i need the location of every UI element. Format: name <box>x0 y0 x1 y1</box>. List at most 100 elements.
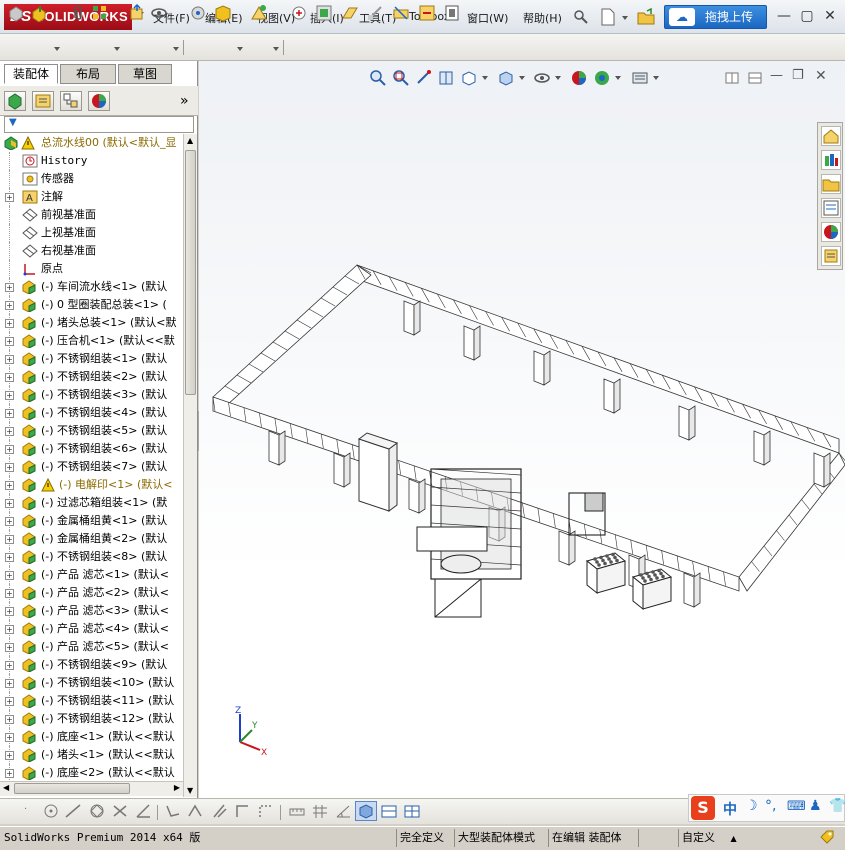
drag-upload-button[interactable]: ☁ 拖拽上传 <box>664 5 767 29</box>
new-motion-study-icon[interactable] <box>250 4 268 22</box>
measure-angle-icon[interactable] <box>334 803 352 819</box>
tree-item[interactable]: + (-) 不锈钢组装<12> (默认 <box>0 710 183 728</box>
tree-item[interactable]: + (-) 产品 滤芯<5> (默认< <box>0 638 183 656</box>
keyboard-icon[interactable]: ⌨ <box>787 799 806 814</box>
tree-item[interactable]: + (-) 不锈钢组装<8> (默认 <box>0 548 183 566</box>
tree-item[interactable]: + (-) 不锈钢组装<4> (默认 <box>0 404 183 422</box>
corner-tool-icon[interactable] <box>233 803 251 819</box>
expand-toggle-icon[interactable]: + <box>5 679 14 688</box>
display-style-icon[interactable] <box>497 69 515 87</box>
mate-dropdown-icon[interactable] <box>54 47 60 51</box>
geometry-dropdown-icon[interactable] <box>237 47 243 51</box>
custom-properties-tab[interactable] <box>821 246 841 266</box>
tree-item[interactable]: 传感器 <box>0 170 183 188</box>
graphics-area[interactable] <box>199 61 845 798</box>
scroll-up-icon[interactable]: ▲ <box>187 136 193 145</box>
tree-item[interactable]: History <box>0 152 183 170</box>
expand-toggle-icon[interactable]: + <box>5 697 14 706</box>
expand-toggle-icon[interactable]: + <box>5 337 14 346</box>
table-view-icon[interactable] <box>403 803 421 819</box>
scene-dropdown-icon[interactable] <box>615 76 621 80</box>
settings-dropdown-icon[interactable] <box>653 76 659 80</box>
explode-line-sketch-icon[interactable] <box>366 4 384 22</box>
pin-icon[interactable] <box>573 9 589 25</box>
orientation-dropdown-icon[interactable] <box>482 76 488 80</box>
expand-toggle-icon[interactable]: + <box>5 301 14 310</box>
tree-item[interactable]: + (-) 不锈钢组装<7> (默认 <box>0 458 183 476</box>
solidworks-resources-tab[interactable] <box>821 126 841 146</box>
tree-item[interactable]: + (-) 底座<1> (默认<<默认 <box>0 728 183 746</box>
tree-item[interactable]: + (-) 电解印<1> (默认< <box>0 476 183 494</box>
insert-component-icon[interactable] <box>7 4 25 22</box>
menu-window[interactable]: 窗口(W) <box>467 10 508 26</box>
scroll-left-icon[interactable]: ◀ <box>3 783 9 792</box>
construction-geometry-icon[interactable] <box>256 803 274 819</box>
expand-toggle-icon[interactable]: + <box>5 661 14 670</box>
tree-item[interactable]: + (-) 不锈钢组装<6> (默认 <box>0 440 183 458</box>
wireframe-view-icon[interactable] <box>380 803 398 819</box>
user-icon[interactable]: ♟ <box>809 798 822 814</box>
move-component-icon[interactable] <box>128 4 146 22</box>
tree-item[interactable]: 前视基准面 <box>0 206 183 224</box>
component-pattern-icon[interactable] <box>91 4 109 22</box>
tree-item[interactable]: + (-) 金属桶组黄<1> (默认 <box>0 512 183 530</box>
mate-icon[interactable] <box>31 4 49 22</box>
ime-language-toggle[interactable]: 中 <box>723 799 737 819</box>
doc-minimize-button[interactable]: — <box>770 68 783 83</box>
status-units-custom[interactable]: 自定义 ▲ <box>678 829 758 847</box>
expand-toggle-icon[interactable]: + <box>5 319 14 328</box>
tree-item[interactable]: + (-) 堵头<1> (默认<<默认 <box>0 746 183 764</box>
hide-show-items-icon[interactable] <box>533 69 551 87</box>
appearances-tab[interactable] <box>821 222 841 242</box>
expand-toggle-icon[interactable]: + <box>5 517 14 526</box>
tree-root-row[interactable]: 总流水线00 (默认<默认_显 <box>0 134 183 152</box>
previous-view-icon[interactable] <box>415 69 433 87</box>
doc-restore-button[interactable]: ❐ <box>792 68 804 83</box>
expand-toggle-icon[interactable]: + <box>5 193 14 202</box>
tree-item[interactable]: + (-) 车间流水线<1> (默认 <box>0 278 183 296</box>
tree-item[interactable]: + (-) 堵头总装<1> (默认<默 <box>0 314 183 332</box>
scroll-down-icon[interactable]: ▼ <box>187 786 193 795</box>
tree-item[interactable]: 原点 <box>0 260 183 278</box>
expand-toggle-icon[interactable]: + <box>5 553 14 562</box>
tree-item[interactable]: + (-) 产品 滤芯<4> (默认< <box>0 620 183 638</box>
close-button[interactable]: ✕ <box>819 6 841 26</box>
instant3d-icon[interactable] <box>341 4 359 22</box>
view-orientation-icon[interactable] <box>460 69 478 87</box>
view-palette-tab[interactable] <box>821 198 841 218</box>
paperclip-icon[interactable] <box>69 4 87 22</box>
new-dropdown-icon[interactable] <box>622 16 628 20</box>
tree-item[interactable]: + (-) 过滤芯箱组装<1> (默 <box>0 494 183 512</box>
show-hidden-icon[interactable] <box>150 4 168 22</box>
motion-dropdown-icon[interactable] <box>273 47 279 51</box>
section-view-icon[interactable] <box>437 69 455 87</box>
tab-sketch[interactable]: 草图 <box>118 64 172 84</box>
open-folder-icon[interactable] <box>637 8 655 26</box>
split-horizontal-icon[interactable] <box>725 71 739 85</box>
tab-assembly[interactable]: 装配体 <box>4 64 58 84</box>
display-dropdown-icon[interactable] <box>519 76 525 80</box>
tree-item[interactable]: 右视基准面 <box>0 242 183 260</box>
tree-item[interactable]: + A 注解 <box>0 188 183 206</box>
tree-filter-field[interactable]: ▼ <box>4 116 194 133</box>
expand-toggle-icon[interactable]: + <box>5 589 14 598</box>
reference-geometry-icon[interactable] <box>214 4 232 22</box>
expand-toggle-icon[interactable]: + <box>5 607 14 616</box>
expand-toggle-icon[interactable]: + <box>5 391 14 400</box>
tree-item[interactable]: + (-) 不锈钢组装<10> (默认 <box>0 674 183 692</box>
doc-close-button[interactable]: ✕ <box>815 68 827 84</box>
tree-item[interactable]: 上视基准面 <box>0 224 183 242</box>
bill-of-materials-icon[interactable] <box>290 4 308 22</box>
tree-item[interactable]: + (-) 不锈钢组装<11> (默认 <box>0 692 183 710</box>
tab-layout[interactable]: 布局 <box>60 64 116 84</box>
expand-toggle-icon[interactable]: + <box>5 409 14 418</box>
expand-toggle-icon[interactable]: + <box>5 625 14 634</box>
tree-item[interactable]: + (-) 产品 滤芯<1> (默认< <box>0 566 183 584</box>
half-width-moon-icon[interactable]: ☽ <box>745 798 758 814</box>
tree-item[interactable]: + (-) 产品 滤芯<2> (默认< <box>0 584 183 602</box>
line-tool-icon[interactable] <box>64 803 82 819</box>
tree-item[interactable]: + (-) 不锈钢组装<5> (默认 <box>0 422 183 440</box>
expand-toggle-icon[interactable]: + <box>5 571 14 580</box>
tree-scroll-thumb[interactable] <box>185 150 196 395</box>
shaded-view-button[interactable] <box>355 801 377 821</box>
